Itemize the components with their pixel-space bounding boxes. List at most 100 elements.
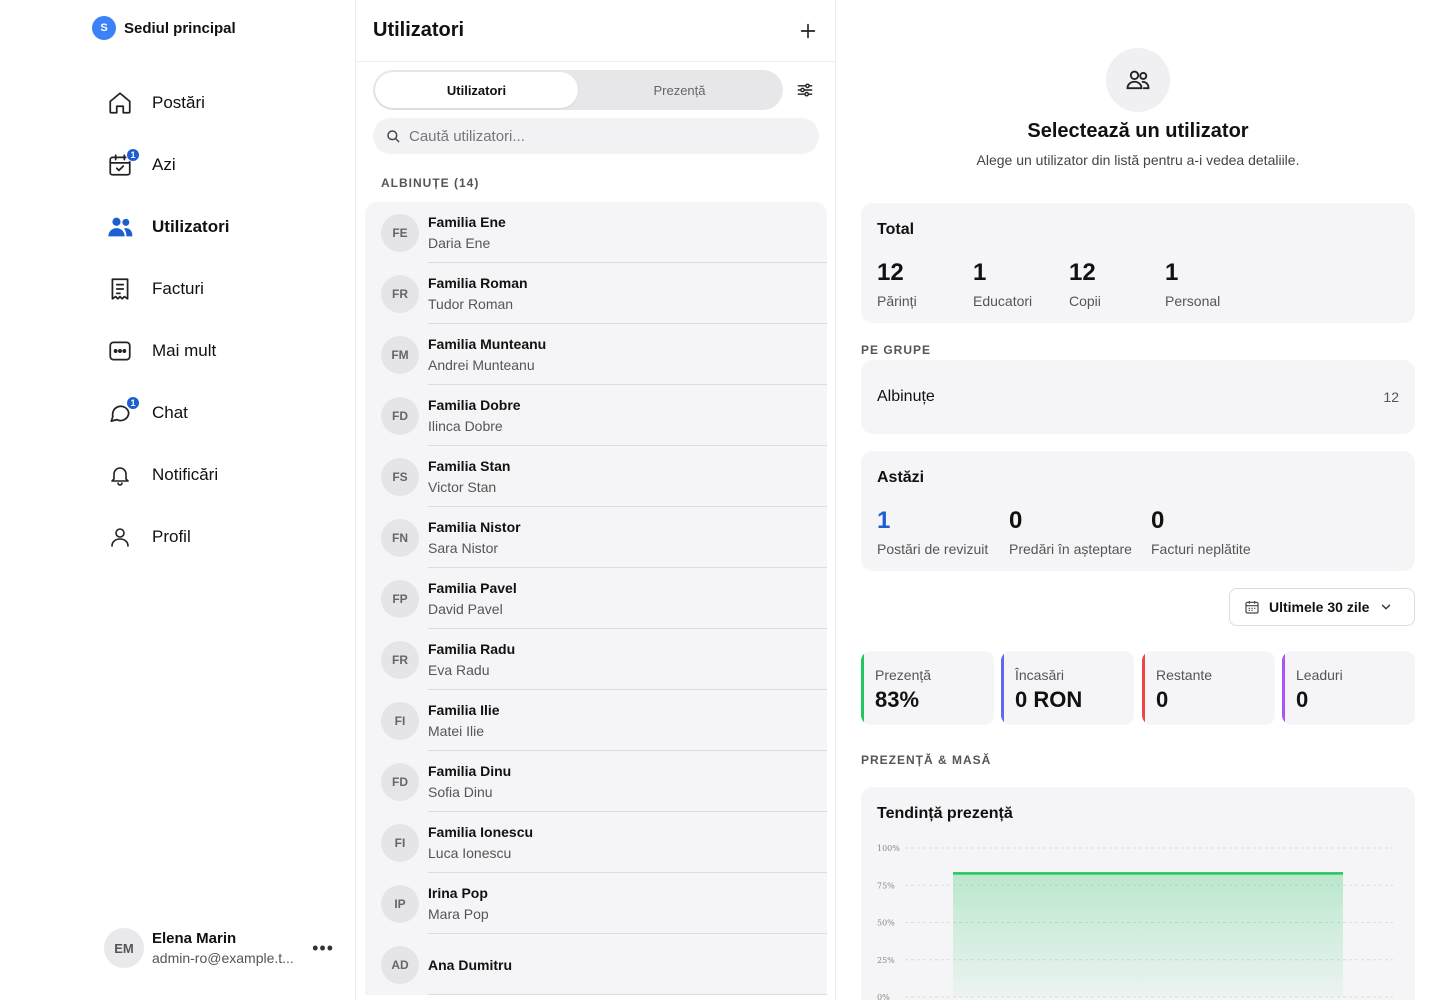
row-subtitle: Mara Pop: [428, 906, 489, 922]
kpi-incasari[interactable]: Încasări 0 RON: [1001, 651, 1134, 725]
chevron-down-icon: [1382, 604, 1391, 610]
add-user-button[interactable]: [797, 20, 819, 42]
current-user[interactable]: EM Elena Marin admin-ro@example.t... •••: [104, 926, 344, 970]
kpi-restante[interactable]: Restante 0: [1142, 651, 1275, 725]
list-item[interactable]: FI Familia Ionescu Luca Ionescu: [365, 812, 827, 873]
notification-badge: 1: [126, 396, 140, 410]
row-name: Irina Pop: [428, 885, 488, 901]
tab-utilizatori[interactable]: Utilizatori: [375, 72, 578, 108]
row-subtitle: Tudor Roman: [428, 296, 514, 312]
kpi-leaduri[interactable]: Leaduri 0: [1282, 651, 1415, 725]
group-row-albinute[interactable]: Albinuțe 12: [861, 360, 1415, 434]
stat-postari-revizuit[interactable]: 1 Postări de revizuit: [877, 507, 988, 557]
avatar: IP: [381, 884, 419, 923]
nav-item-profil[interactable]: Profil: [100, 506, 340, 568]
list-item[interactable]: AD Ana Dumitru: [365, 934, 827, 995]
y-tick-label: 25%: [877, 956, 895, 965]
nav-item-utilizatori[interactable]: Utilizatori: [100, 196, 340, 258]
nav-label: Azi: [152, 155, 176, 174]
row-name: Familia Ilie: [428, 702, 500, 718]
main-nav: Postări 1 Azi Utilizatori Facturi Mai mu…: [100, 72, 340, 568]
more-box-icon: [106, 337, 134, 365]
kpi-prezenta[interactable]: Prezență 83%: [861, 651, 994, 725]
filter-button[interactable]: [795, 80, 815, 100]
empty-state-subtitle: Alege un utilizator din listă pentru a-i…: [976, 152, 1300, 168]
list-item[interactable]: FR Familia Roman Tudor Roman: [365, 263, 827, 324]
section-header-groups: PE GRUPE: [861, 343, 932, 357]
date-range-select[interactable]: Ultimele 30 zile: [1229, 588, 1415, 626]
list-item[interactable]: FD Familia Dinu Sofia Dinu: [365, 751, 827, 812]
users-icon: [106, 213, 134, 241]
user-info: Elena Marin admin-ro@example.t...: [152, 930, 302, 966]
row-name: Familia Stan: [428, 458, 511, 474]
list-item[interactable]: FP Familia Pavel David Pavel: [365, 568, 827, 629]
kpi-value: 83%: [875, 687, 920, 712]
section-header-attendance: PREZENȚĂ & MASĂ: [861, 753, 992, 767]
workspace-avatar: S: [92, 16, 116, 40]
nav-item-notificari[interactable]: Notificări: [100, 444, 340, 506]
row-name: Familia Dobre: [428, 397, 521, 413]
stat-copii: 12 Copii: [1069, 259, 1101, 309]
user-email: admin-ro@example.t...: [152, 950, 294, 966]
workspace-name: Sediul principal: [124, 19, 236, 37]
avatar: FI: [381, 701, 419, 740]
stat-value: 1: [877, 507, 891, 534]
y-tick-label: 50%: [877, 919, 895, 928]
stat-personal: 1 Personal: [1165, 259, 1220, 309]
stat-label: Facturi neplătite: [1151, 541, 1251, 557]
user-name: Elena Marin: [152, 930, 237, 947]
list-item[interactable]: FE Familia Ene Daria Ene: [365, 202, 827, 263]
row-name: Familia Dinu: [428, 763, 512, 779]
nav-item-azi[interactable]: 1 Azi: [100, 134, 340, 196]
stat-label: Copii: [1069, 293, 1101, 309]
users-placeholder-icon: [1106, 48, 1170, 112]
list-item[interactable]: FM Familia Munteanu Andrei Munteanu: [365, 324, 827, 385]
stat-educatori: 1 Educatori: [973, 259, 1032, 309]
kpi-label: Încasări: [1015, 667, 1065, 683]
stat-facturi-neplatite[interactable]: 0 Facturi neplătite: [1151, 507, 1251, 557]
avatar: FM: [381, 335, 419, 374]
users-list: FE Familia Ene Daria Ene FR Familia Roman Tu…: [365, 202, 827, 995]
list-item[interactable]: FI Familia Ilie Matei Ilie: [365, 690, 827, 751]
kpi-accent: [861, 651, 864, 725]
avatar: FD: [381, 396, 419, 435]
avatar: FS: [381, 457, 419, 496]
kpi-value: 0 RON: [1015, 687, 1083, 712]
row-subtitle: David Pavel: [428, 601, 503, 617]
nav-item-chat[interactable]: 1 Chat: [100, 382, 340, 444]
receipt-icon: [106, 275, 134, 303]
row-name: Familia Radu: [428, 641, 516, 657]
list-item[interactable]: FS Familia Stan Victor Stan: [365, 446, 827, 507]
nav-label: Postări: [152, 93, 205, 112]
row-subtitle: Matei Ilie: [428, 723, 485, 739]
kpi-value: 0: [1296, 687, 1309, 712]
avatar: AD: [381, 945, 419, 984]
row-name: Familia Ene: [428, 214, 506, 230]
search-input[interactable]: [409, 127, 789, 145]
sliders-icon: [797, 83, 813, 97]
stat-predari-asteptare[interactable]: 0 Predări în așteptare: [1009, 507, 1132, 557]
y-tick-label: 0%: [877, 993, 890, 1000]
more-icon[interactable]: •••: [312, 938, 334, 959]
kpi-label: Leaduri: [1296, 667, 1343, 683]
row-subtitle: Daria Ene: [428, 235, 491, 251]
row-name: Familia Pavel: [428, 580, 517, 596]
calendar-icon: [1245, 601, 1259, 614]
nav-item-mai-mult[interactable]: Mai mult: [100, 320, 340, 382]
row-subtitle: Andrei Munteanu: [428, 357, 535, 373]
row-subtitle: Victor Stan: [428, 479, 497, 495]
nav-item-facturi[interactable]: Facturi: [100, 258, 340, 320]
stat-value: 1: [973, 259, 987, 286]
list-item[interactable]: FR Familia Radu Eva Radu: [365, 629, 827, 690]
view-switcher: Utilizatori Prezență: [373, 70, 815, 110]
kpi-accent: [1282, 651, 1285, 725]
list-item[interactable]: IP Irina Pop Mara Pop: [365, 873, 827, 934]
nav-item-postari[interactable]: Postări: [100, 72, 340, 134]
detail-panel: Selectează un utilizator Alege un utiliz…: [836, 0, 1440, 1000]
tab-prezenta[interactable]: Prezență: [578, 72, 781, 108]
list-item[interactable]: FD Familia Dobre Ilinca Dobre: [365, 385, 827, 446]
notification-badge: 1: [126, 148, 140, 162]
stat-label: Personal: [1165, 293, 1221, 309]
workspace-switcher[interactable]: S Sediul principal: [92, 16, 236, 40]
list-item[interactable]: FN Familia Nistor Sara Nistor: [365, 507, 827, 568]
